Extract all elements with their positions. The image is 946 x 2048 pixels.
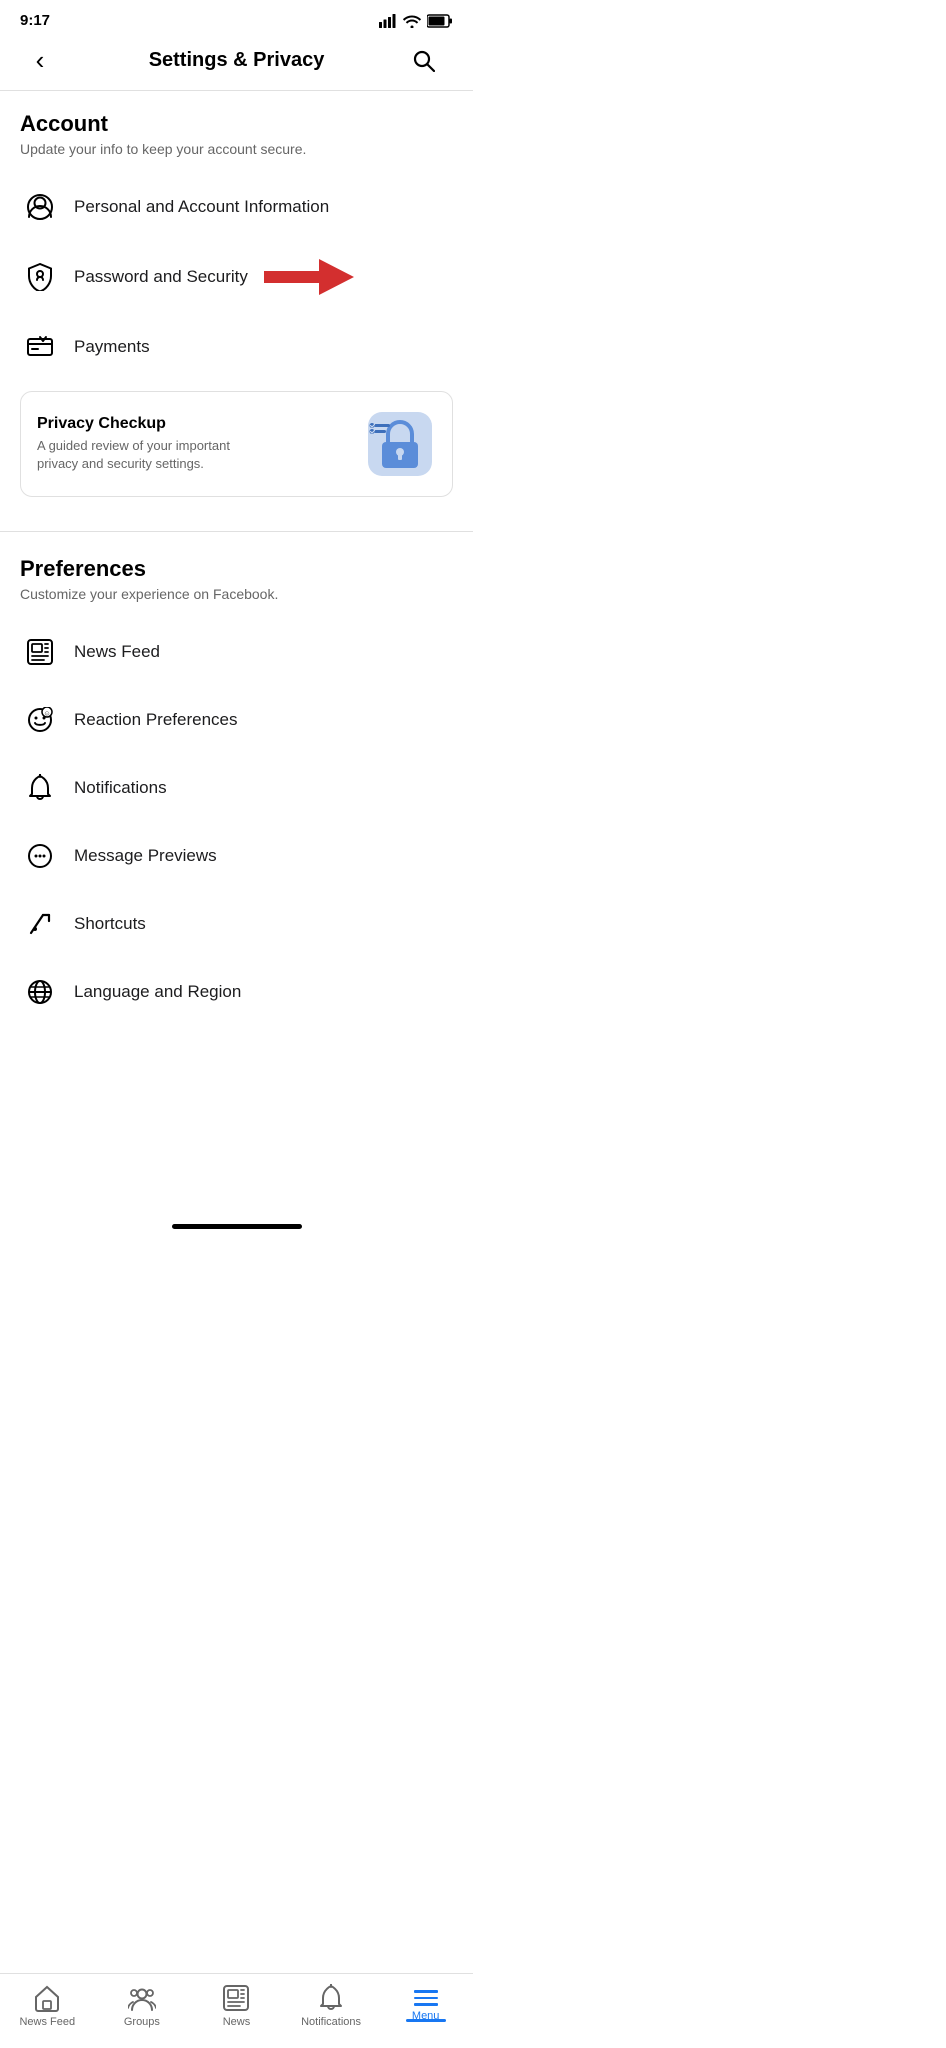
menu-icon (414, 1990, 438, 2006)
account-subtitle: Update your info to keep your account se… (20, 141, 453, 157)
account-section: Account Update your info to keep your ac… (0, 91, 473, 527)
payments-label: Payments (74, 337, 150, 357)
page-title: Settings & Privacy (60, 49, 413, 72)
home-indicator (172, 1224, 302, 1229)
bottom-nav-news-label: News (223, 2016, 251, 2028)
red-arrow (264, 255, 354, 299)
groups-icon (128, 1984, 156, 2012)
bottom-nav-news-feed[interactable]: News Feed (12, 1984, 82, 2028)
bottom-nav-notifications[interactable]: Notifications (296, 1984, 366, 2028)
privacy-card-subtitle: A guided review of your important privac… (37, 437, 257, 473)
battery-icon (427, 14, 453, 28)
message-previews-label: Message Previews (74, 846, 217, 866)
privacy-card-text: Privacy Checkup A guided review of your … (37, 415, 257, 473)
bottom-nav-groups[interactable]: Groups (107, 1984, 177, 2028)
preferences-title: Preferences (20, 556, 453, 582)
reaction-preferences-label: Reaction Preferences (74, 710, 237, 730)
wifi-icon (403, 14, 421, 28)
bottom-nav-menu[interactable]: Menu (391, 1990, 461, 2022)
svg-text:☺: ☺ (43, 711, 50, 718)
notifications-item[interactable]: Notifications (20, 754, 453, 822)
bell-icon (20, 768, 60, 808)
shortcut-icon (20, 904, 60, 944)
message-icon (20, 836, 60, 876)
news-feed-label: News Feed (74, 642, 160, 662)
notifications-icon (317, 1984, 345, 2012)
main-content: Account Update your info to keep your ac… (0, 91, 473, 1136)
nav-header: ‹ Settings & Privacy (0, 37, 473, 91)
news-feed-item[interactable]: News Feed (20, 618, 453, 686)
password-security-label: Password and Security (74, 267, 248, 287)
back-button[interactable]: ‹ (20, 45, 60, 76)
language-region-item[interactable]: Language and Region (20, 958, 453, 1026)
status-bar: 9:17 (0, 0, 473, 37)
payments-icon (20, 327, 60, 367)
search-button[interactable] (413, 50, 453, 72)
privacy-card-title: Privacy Checkup (37, 415, 257, 433)
account-title: Account (20, 111, 453, 137)
home-icon (33, 1984, 61, 2012)
bottom-nav-news[interactable]: News (201, 1984, 271, 2028)
notifications-label: Notifications (74, 778, 167, 798)
section-divider (0, 531, 473, 532)
bottom-nav-news-feed-label: News Feed (19, 2016, 75, 2028)
message-previews-item[interactable]: Message Previews (20, 822, 453, 890)
shortcuts-label: Shortcuts (74, 914, 146, 934)
bottom-nav-notifications-label: Notifications (301, 2016, 361, 2028)
bottom-nav: News Feed Groups News (0, 1973, 473, 2048)
preferences-section: Preferences Customize your experience on… (0, 536, 473, 1036)
password-security-item[interactable]: Password and Security (20, 241, 453, 313)
preferences-subtitle: Customize your experience on Facebook. (20, 586, 453, 602)
shortcuts-item[interactable]: Shortcuts (20, 890, 453, 958)
news-feed-icon (20, 632, 60, 672)
bottom-nav-groups-label: Groups (124, 2016, 160, 2028)
privacy-checkup-card[interactable]: Privacy Checkup A guided review of your … (20, 391, 453, 497)
status-time: 9:17 (20, 12, 50, 29)
privacy-lock-icon (364, 408, 436, 480)
person-icon (20, 187, 60, 227)
personal-account-info-item[interactable]: Personal and Account Information (20, 173, 453, 241)
status-icons (379, 14, 453, 28)
globe-icon (20, 972, 60, 1012)
news-icon (222, 1984, 250, 2012)
payments-item[interactable]: Payments (20, 313, 453, 381)
active-indicator (406, 2019, 446, 2022)
personal-account-label: Personal and Account Information (74, 197, 329, 217)
shield-icon (20, 257, 60, 297)
reaction-preferences-item[interactable]: ☺ Reaction Preferences (20, 686, 453, 754)
signal-icon (379, 14, 397, 28)
reaction-icon: ☺ (20, 700, 60, 740)
language-region-label: Language and Region (74, 982, 241, 1002)
